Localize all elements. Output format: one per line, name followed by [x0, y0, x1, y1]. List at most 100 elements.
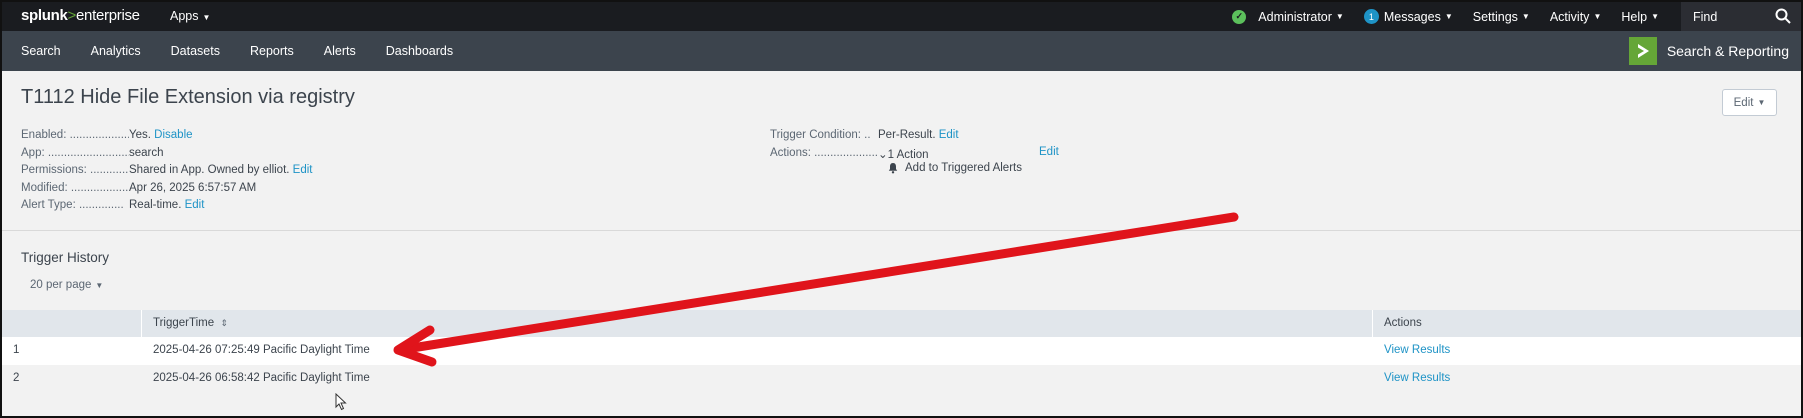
trigger-history-section: Trigger History 20 per page ▼ TriggerTime… — [2, 232, 1801, 416]
view-results-link[interactable]: View Results — [1384, 372, 1450, 384]
property-value: Per-Result. — [878, 129, 936, 141]
page-title: T1112 Hide File Extension via registry — [21, 86, 355, 108]
edit-button[interactable]: Edit ▼ — [1722, 89, 1777, 116]
per-page-label: 20 per page — [30, 279, 92, 291]
property-label: Permissions: ............ — [21, 164, 129, 176]
property-permissions: Permissions: ............ Shared in App.… — [21, 164, 313, 182]
view-results-link[interactable]: View Results — [1384, 344, 1450, 356]
settings-menu[interactable]: Settings ▼ — [1473, 10, 1530, 24]
nav-alerts[interactable]: Alerts — [324, 44, 356, 58]
property-value: Apr 26, 2025 6:57:57 AM — [129, 181, 257, 194]
edit-button-label: Edit — [1733, 96, 1754, 109]
actions-count: 1 Action — [887, 148, 929, 161]
row-number-header — [2, 310, 142, 337]
property-alert-type: Alert Type: .............. Real-time. Ed… — [21, 199, 313, 217]
alert-properties: Enabled: ...................... Yes. Dis… — [21, 129, 313, 217]
find-label: Find — [1693, 9, 1718, 24]
edit-actions-label: Edit — [1039, 146, 1059, 158]
row-number: 2 — [13, 372, 20, 384]
chevron-down-icon: ⌄ — [878, 148, 888, 161]
alert-details-panel: T1112 Hide File Extension via registry E… — [2, 71, 1801, 231]
caret-down-icon: ▼ — [1335, 12, 1344, 21]
logo-text-main: splunk — [21, 7, 68, 24]
table-header: TriggerTime ⇕ Actions — [2, 310, 1801, 337]
help-label: Help — [1621, 9, 1648, 24]
table-row: 2 2025-04-26 06:58:42 Pacific Daylight T… — [2, 365, 1801, 393]
apps-menu-label: Apps — [170, 9, 199, 23]
column-divider — [1372, 310, 1373, 337]
property-value: Shared in App. Owned by elliot. — [129, 164, 290, 176]
trigger-time-cell: 2025-04-26 07:25:49 Pacific Daylight Tim… — [153, 344, 370, 356]
app-bar: Search Analytics Datasets Reports Alerts… — [2, 31, 1801, 71]
splunk-logo[interactable]: splunk>enterprise — [21, 7, 140, 24]
nav-search[interactable]: Search — [21, 44, 61, 58]
activity-menu[interactable]: Activity ▼ — [1550, 10, 1602, 24]
property-label: Trigger Condition: .. — [770, 129, 871, 141]
administrator-menu[interactable]: Administrator ▼ — [1258, 10, 1344, 24]
action-item: Add to Triggered Alerts — [887, 162, 1022, 174]
nav-dashboards[interactable]: Dashboards — [386, 44, 453, 58]
property-value: search — [129, 146, 164, 159]
nav-reports[interactable]: Reports — [250, 44, 294, 58]
alert-trigger-properties: Trigger Condition: .. Per-Result. Edit A… — [770, 129, 959, 164]
caret-down-icon: ▼ — [1651, 12, 1659, 21]
trigger-history-table: TriggerTime ⇕ Actions 1 2025-04-26 07:25… — [2, 310, 1801, 393]
messages-label: Messages — [1383, 9, 1441, 24]
activity-label: Activity — [1549, 9, 1590, 24]
caret-down-icon: ▼ — [95, 281, 104, 290]
app-nav: Search Analytics Datasets Reports Alerts… — [21, 44, 483, 58]
help-menu[interactable]: Help ▼ — [1621, 10, 1659, 24]
logo-gt: > — [67, 7, 77, 24]
administrator-label: Administrator — [1258, 9, 1332, 24]
property-trigger-condition: Trigger Condition: .. Per-Result. Edit — [770, 129, 959, 147]
action-item-label: Add to Triggered Alerts — [905, 162, 1022, 174]
column-header-triggertime[interactable]: TriggerTime ⇕ — [153, 317, 228, 329]
property-value: Real-time. — [129, 199, 182, 211]
bell-icon — [888, 163, 898, 174]
check-circle-icon[interactable]: ✓ — [1232, 9, 1247, 24]
property-label: Enabled: ...................... — [21, 129, 129, 141]
edit-actions-link[interactable]: Edit — [1039, 146, 1059, 158]
settings-label: Settings — [1472, 9, 1518, 24]
property-enabled: Enabled: ...................... Yes. Dis… — [21, 129, 313, 147]
column-header-actions: Actions — [1384, 317, 1422, 329]
caret-down-icon: ▼ — [1757, 98, 1766, 107]
messages-count-badge: 1 — [1363, 9, 1379, 24]
global-top-bar: splunk>enterprise Apps ▼ ✓ Administrator ▼… — [2, 2, 1801, 31]
trigger-time-cell: 2025-04-26 06:58:42 Pacific Daylight Tim… — [153, 372, 370, 384]
top-right-menu: ✓ Administrator ▼ 1 Messages ▼ Settings ▼ A… — [1232, 2, 1801, 31]
edit-trigger-link[interactable]: Edit — [939, 129, 959, 147]
caret-down-icon: ▼ — [1593, 12, 1602, 21]
property-app: App: .............................. sear… — [21, 147, 313, 165]
table-row: 1 2025-04-26 07:25:49 Pacific Daylight T… — [2, 337, 1801, 365]
caret-down-icon: ▼ — [1521, 12, 1530, 21]
column-header-label: TriggerTime — [153, 317, 215, 329]
app-title[interactable]: Search & Reporting — [1628, 37, 1789, 65]
apps-menu[interactable]: Apps ▼ — [170, 9, 210, 23]
per-page-dropdown[interactable]: 20 per page ▼ — [30, 279, 103, 291]
property-label: App: .............................. — [21, 146, 129, 159]
edit-alert-type-link[interactable]: Edit — [185, 199, 205, 217]
property-label: Modified: .................... — [21, 181, 129, 194]
find-search-box[interactable]: Find — [1681, 2, 1801, 31]
window-frame: splunk>enterprise Apps ▼ ✓ Administrator ▼… — [0, 0, 1803, 418]
property-label: Alert Type: .............. — [21, 199, 124, 211]
app-title-label: Search & Reporting — [1666, 43, 1789, 59]
row-number: 1 — [13, 344, 20, 356]
mouse-cursor-icon — [335, 393, 347, 411]
search-icon[interactable] — [1775, 8, 1791, 24]
caret-down-icon: ▼ — [1444, 12, 1453, 21]
logo-text-suffix: enterprise — [76, 7, 140, 24]
search-reporting-app-icon — [1628, 37, 1657, 65]
nav-analytics[interactable]: Analytics — [91, 44, 141, 58]
section-title: Trigger History — [21, 250, 110, 265]
disable-link[interactable]: Disable — [154, 129, 192, 147]
caret-down-icon: ▼ — [202, 13, 211, 22]
sort-icon[interactable]: ⇕ — [221, 318, 229, 328]
property-value: Yes. — [129, 129, 151, 141]
messages-menu[interactable]: 1 Messages ▼ — [1363, 9, 1453, 24]
nav-datasets[interactable]: Datasets — [171, 44, 220, 58]
property-modified: Modified: .................... Apr 26, 2… — [21, 182, 313, 200]
property-label: Actions: .................... — [770, 146, 878, 159]
edit-permissions-link[interactable]: Edit — [293, 164, 313, 182]
